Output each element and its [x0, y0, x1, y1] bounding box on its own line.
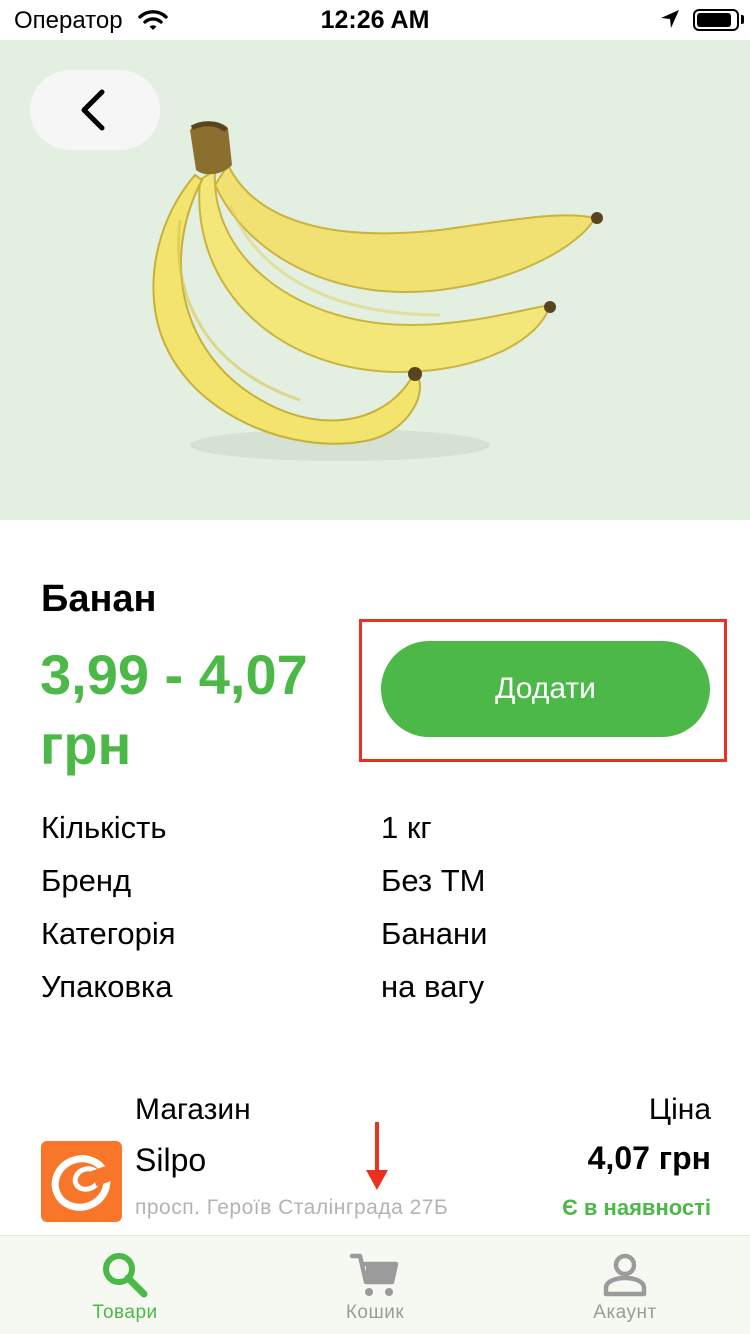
spec-value: Банани: [381, 916, 488, 951]
spec-row: Бренд Без ТМ: [41, 863, 711, 916]
tab-label: Акаунт: [593, 1302, 657, 1323]
cart-icon: [350, 1253, 399, 1296]
tab-account[interactable]: Акаунт: [500, 1236, 750, 1334]
banana-image: [152, 121, 603, 461]
product-specs: Кількість 1 кг Бренд Без ТМ Категорія Ба…: [41, 810, 711, 1022]
tab-cart[interactable]: Кошик: [250, 1236, 500, 1334]
tab-products[interactable]: Товари: [0, 1236, 250, 1334]
store-address: просп. Героїв Сталінграда 27Б: [135, 1196, 449, 1219]
status-time: 12:26 AM: [320, 6, 430, 34]
battery-tip: [741, 15, 744, 24]
chevron-left-icon: [81, 89, 105, 131]
spec-row: Категорія Банани: [41, 916, 711, 969]
search-icon: [103, 1253, 148, 1298]
price-column-title: Ціна: [648, 1093, 711, 1126]
spec-label: Кількість: [41, 810, 167, 845]
availability-status: Є в наявності: [562, 1195, 711, 1220]
spec-row: Упаковка на вагу: [41, 969, 711, 1022]
store-price: 4,07 грн: [587, 1140, 711, 1176]
spec-value: 1 кг: [381, 810, 432, 845]
price-range: 3,99 - 4,07 грн: [40, 643, 308, 776]
silpo-logo-icon: [51, 1155, 118, 1211]
battery-level: [697, 13, 731, 27]
spec-row: Кількість 1 кг: [41, 810, 711, 863]
add-to-cart-button[interactable]: Додати: [381, 641, 710, 737]
arrow-down-icon: [366, 1122, 388, 1190]
battery-icon: [693, 9, 739, 31]
status-bar: Оператор 12:26 AM: [0, 0, 750, 40]
spec-label: Категорія: [41, 916, 176, 951]
spec-value: Без ТМ: [381, 863, 486, 898]
location-arrow-icon: [660, 9, 680, 34]
store-column-title: Магазин: [135, 1093, 251, 1126]
tab-bar: Товари Кошик Акаунт: [0, 1235, 750, 1334]
spec-label: Упаковка: [41, 969, 173, 1004]
product-title: Банан: [41, 578, 157, 620]
spec-value: на вагу: [381, 969, 485, 1004]
tab-label: Товари: [92, 1302, 158, 1323]
store-name[interactable]: Silpo: [135, 1142, 206, 1179]
tab-label: Кошик: [345, 1302, 405, 1323]
product-image-area: [0, 40, 750, 520]
store-logo[interactable]: [41, 1141, 122, 1222]
spec-label: Бренд: [41, 863, 132, 898]
person-icon: [603, 1253, 647, 1297]
